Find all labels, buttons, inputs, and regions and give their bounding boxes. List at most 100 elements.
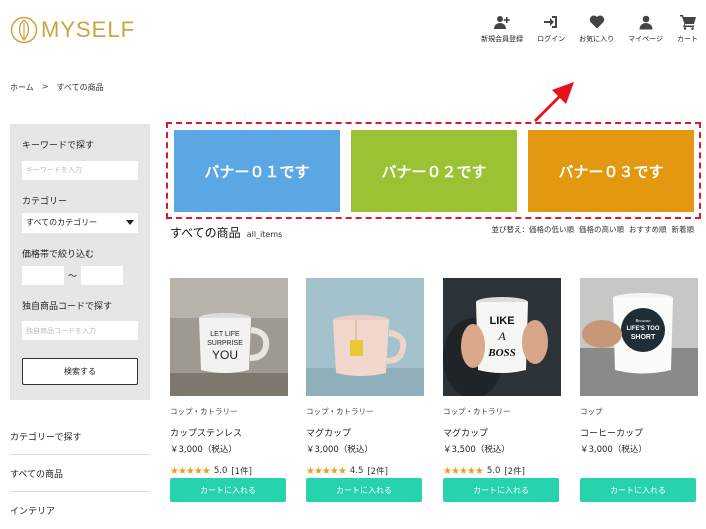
nav-cart-label: カート bbox=[677, 35, 698, 43]
sort-recommended[interactable]: おすすめ順 bbox=[629, 224, 667, 235]
product-price: ￥3,500（税込） bbox=[443, 445, 510, 455]
product-card[interactable]: Because LIFE'S TOO SHORT コップ コーヒーカップ ￥3,… bbox=[580, 278, 698, 502]
nav-login[interactable]: ログイン bbox=[537, 14, 565, 44]
site-logo[interactable]: MYSELF bbox=[10, 16, 135, 44]
section-subtitle: all_items bbox=[246, 230, 283, 239]
product-category: コップ・カトラリー bbox=[306, 407, 374, 416]
mug-photo: LET LIFE SURPRISE YOU bbox=[170, 278, 288, 396]
breadcrumb-separator: > bbox=[41, 82, 49, 91]
product-card[interactable]: LIKE A BOSS コップ・カトラリー マグカップ ￥3,500（税込） ★… bbox=[443, 278, 561, 502]
add-to-cart-button[interactable]: カートに入れる bbox=[306, 478, 422, 502]
svg-text:YOU: YOU bbox=[212, 348, 238, 362]
nav-mypage[interactable]: マイページ bbox=[628, 14, 663, 44]
nav-favorites[interactable]: お気に入り bbox=[579, 14, 614, 44]
product-category: コップ bbox=[580, 407, 603, 416]
product-price: ￥3,000（税込） bbox=[580, 445, 647, 455]
product-name[interactable]: カップステンレス bbox=[170, 426, 288, 439]
login-icon bbox=[544, 16, 558, 28]
category-select-value: すべてのカテゴリー bbox=[26, 218, 98, 227]
star-rating-icon: ★★★★★ bbox=[170, 465, 211, 477]
mug-photo bbox=[306, 278, 424, 396]
breadcrumb: ホーム > すべての商品 bbox=[10, 82, 104, 93]
rating-value: 4.5 bbox=[349, 466, 364, 476]
heart-icon bbox=[589, 15, 604, 29]
nav-login-label: ログイン bbox=[537, 35, 566, 43]
review-count[interactable]: [2件] bbox=[504, 465, 525, 477]
category-select[interactable]: すべてのカテゴリー bbox=[22, 212, 138, 233]
product-image[interactable]: Because LIFE'S TOO SHORT bbox=[580, 278, 698, 396]
nav-mypage-label: マイページ bbox=[628, 35, 663, 43]
product-card[interactable]: LET LIFE SURPRISE YOU コップ・カトラリー カップステンレス… bbox=[170, 278, 288, 502]
sort-price-asc[interactable]: 価格の低い順 bbox=[529, 224, 574, 235]
product-category: コップ・カトラリー bbox=[443, 407, 511, 416]
code-input[interactable] bbox=[22, 321, 138, 340]
product-rating-empty bbox=[580, 465, 698, 477]
add-to-cart-button[interactable]: カートに入れる bbox=[170, 478, 286, 502]
product-name[interactable]: マグカップ bbox=[443, 426, 561, 439]
banner-01[interactable]: バナー０１です bbox=[174, 130, 340, 212]
add-to-cart-button[interactable]: カートに入れる bbox=[580, 478, 696, 502]
red-arrow-icon bbox=[534, 82, 574, 122]
sort-newest[interactable]: 新着順 bbox=[672, 224, 695, 235]
product-name[interactable]: コーヒーカップ bbox=[580, 426, 698, 439]
mug-photo: Because LIFE'S TOO SHORT bbox=[580, 278, 698, 396]
nav-cart[interactable]: カート bbox=[677, 14, 698, 44]
user-icon bbox=[639, 15, 653, 30]
nav-register-label: 新規会員登録 bbox=[481, 35, 524, 43]
sort-options: 並び替え： 価格の低い順 価格の高い順 おすすめ順 新着順 bbox=[492, 224, 695, 235]
svg-text:SURPRISE: SURPRISE bbox=[207, 340, 243, 347]
product-rating: ★★★★★ 5.0 [2件] bbox=[443, 465, 561, 478]
review-count[interactable]: [2件] bbox=[367, 465, 388, 477]
rating-value: 5.0 bbox=[486, 466, 501, 476]
nav-register[interactable]: 新規会員登録 bbox=[481, 14, 523, 44]
product-price: ￥3,000（税込） bbox=[170, 445, 237, 455]
keyword-input[interactable] bbox=[22, 160, 138, 180]
banner-02[interactable]: バナー０２です bbox=[351, 130, 517, 212]
banner-03[interactable]: バナー０３です bbox=[528, 130, 694, 212]
leaf-logo-icon bbox=[10, 16, 38, 44]
review-count[interactable]: [1件] bbox=[231, 465, 252, 477]
mug-photo: LIKE A BOSS bbox=[443, 278, 561, 396]
price-max-input[interactable] bbox=[81, 265, 124, 285]
svg-text:BOSS: BOSS bbox=[487, 347, 516, 359]
breadcrumb-home[interactable]: ホーム bbox=[10, 82, 34, 93]
category-label: カテゴリー bbox=[22, 196, 68, 207]
code-label: 独自商品コードで探す bbox=[22, 301, 113, 312]
search-button[interactable]: 検索する bbox=[22, 358, 138, 385]
product-image[interactable]: LET LIFE SURPRISE YOU bbox=[170, 278, 288, 396]
product-image[interactable] bbox=[306, 278, 424, 396]
sidebar-link-interior[interactable]: インテリア bbox=[10, 492, 150, 529]
logo-text: MYSELF bbox=[41, 17, 136, 42]
product-name[interactable]: マグカップ bbox=[306, 426, 424, 439]
add-to-cart-button[interactable]: カートに入れる bbox=[443, 478, 559, 502]
price-label: 価格帯で絞り込む bbox=[22, 249, 95, 260]
product-card[interactable]: コップ・カトラリー マグカップ ￥3,000（税込） ★★★★★ 4.5 [2件… bbox=[306, 278, 424, 502]
svg-text:LIFE'S TOO: LIFE'S TOO bbox=[627, 326, 660, 332]
sort-price-desc[interactable]: 価格の高い順 bbox=[579, 224, 624, 235]
section-title: すべての商品 all_items bbox=[170, 224, 282, 241]
svg-text:LET LIFE: LET LIFE bbox=[210, 331, 240, 338]
star-rating-icon: ★★★★★ bbox=[443, 465, 484, 477]
product-rating: ★★★★★ 4.5 [2件] bbox=[306, 465, 424, 478]
sidebar-link-all-items[interactable]: すべての商品 bbox=[10, 455, 150, 492]
user-plus-icon bbox=[494, 16, 510, 29]
keyword-label: キーワードで探す bbox=[22, 141, 95, 151]
header-nav: 新規会員登録 ログイン お気に入り マイページ カート bbox=[481, 14, 698, 44]
product-rating: ★★★★★ 5.0 [1件] bbox=[170, 465, 288, 478]
sidebar-search-panel: キーワードで探す カテゴリー すべてのカテゴリー 価格帯で絞り込む 〜 独自商品… bbox=[10, 124, 150, 400]
sort-prefix: 並び替え： bbox=[491, 225, 530, 234]
sidebar-link-category[interactable]: カテゴリーで探す bbox=[10, 418, 150, 455]
svg-text:LIKE: LIKE bbox=[489, 315, 514, 327]
product-price: ￥3,000（税込） bbox=[306, 445, 373, 455]
svg-text:Because: Because bbox=[636, 318, 651, 323]
chevron-down-icon bbox=[126, 219, 134, 225]
star-rating-icon: ★★★★★ bbox=[306, 465, 347, 477]
rating-value: 5.0 bbox=[213, 466, 228, 476]
section-title-text: すべての商品 bbox=[170, 226, 241, 240]
nav-favorites-label: お気に入り bbox=[579, 35, 615, 43]
svg-text:SHORT: SHORT bbox=[631, 334, 656, 341]
product-category: コップ・カトラリー bbox=[170, 407, 238, 416]
price-min-input[interactable] bbox=[22, 265, 64, 285]
svg-text:A: A bbox=[497, 329, 506, 343]
product-image[interactable]: LIKE A BOSS bbox=[443, 278, 561, 396]
